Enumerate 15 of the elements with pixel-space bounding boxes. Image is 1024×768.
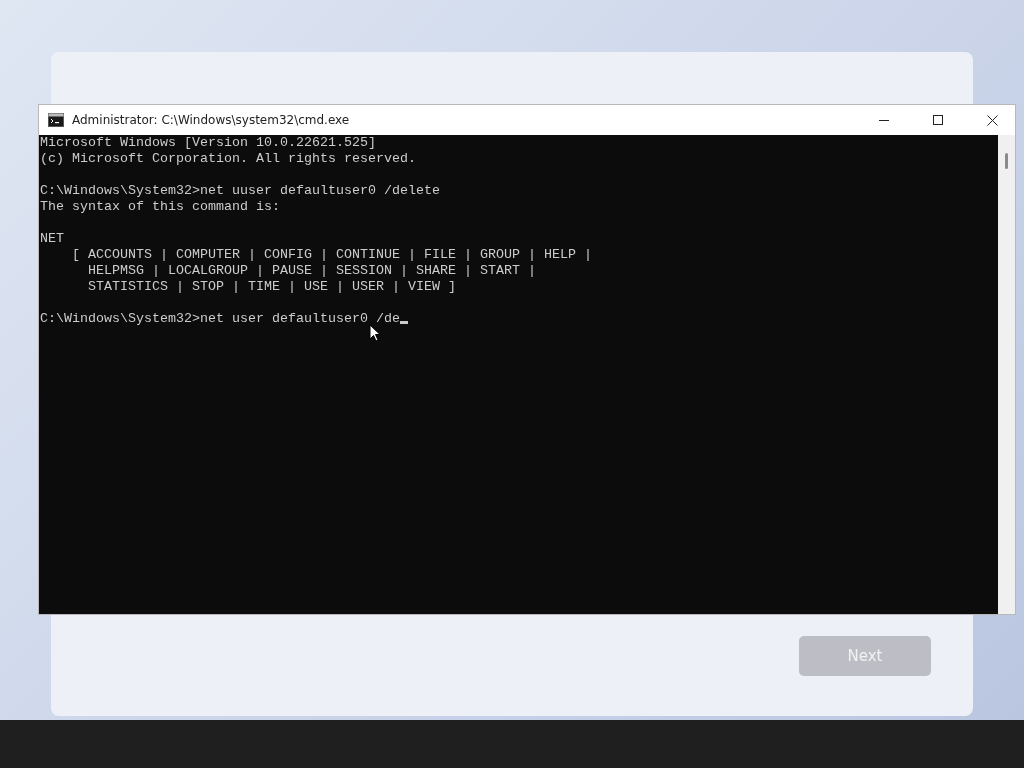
mouse-pointer-icon — [369, 324, 381, 342]
terminal-icon — [48, 113, 64, 127]
scrollbar[interactable] — [998, 135, 1015, 614]
maximize-icon[interactable] — [933, 115, 943, 125]
console-line: [ ACCOUNTS | COMPUTER | CONFIG | CONTINUE | FILE | GROUP | HELP | — [71, 247, 592, 262]
console-line: C:\Windows\System32>net uuser defaultuser0 /delete — [40, 183, 440, 198]
close-icon[interactable] — [986, 114, 998, 126]
console-line: (c) Microsoft Corporation. All rights reserved. — [40, 151, 416, 166]
console-line: NET — [40, 231, 64, 246]
console-line: C:\Windows\System32>net user defaultuser0 /de — [40, 311, 400, 326]
window-title: Administrator: C:\Windows\system32\cmd.exe — [72, 113, 351, 127]
console-line: STATISTICS | STOP | TIME | USE | USER | VIEW ] — [87, 279, 456, 294]
console-line: The syntax of this command is: — [40, 199, 280, 214]
console-line: Microsoft Windows [Version 10.0.22621.525] — [40, 135, 376, 150]
console-line: HELPMSG | LOCALGROUP | PAUSE | SESSION | SHARE | START | — [87, 263, 536, 278]
